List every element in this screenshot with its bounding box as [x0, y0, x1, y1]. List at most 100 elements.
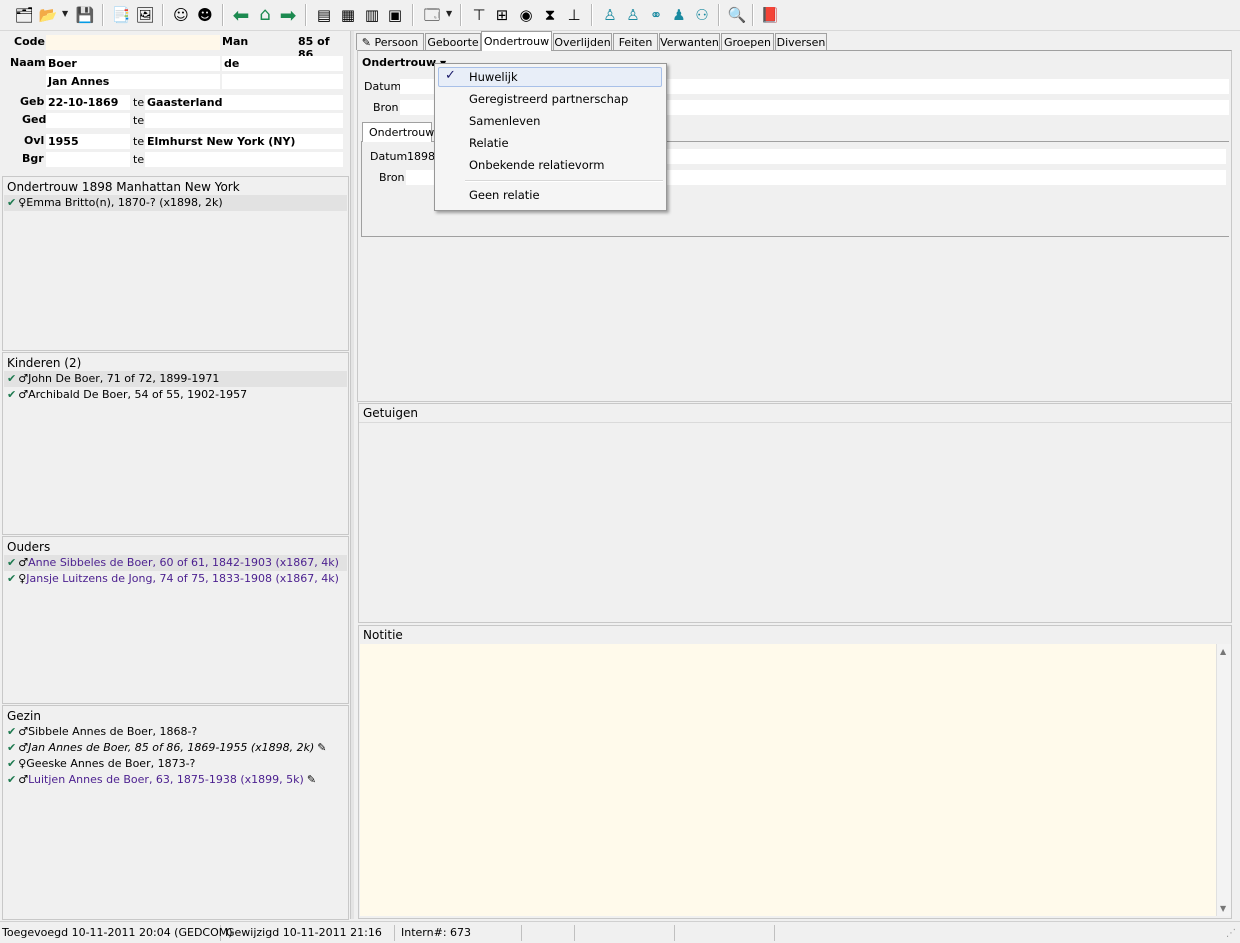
pencil-icon: ✎	[306, 773, 317, 786]
given-names-field[interactable]: Jan Annes	[46, 74, 220, 89]
check-icon: ✔	[7, 572, 17, 585]
detail-view-icon[interactable]: ▥	[361, 4, 383, 26]
open-folder-icon[interactable]: 📂	[37, 4, 59, 26]
tab-verwanten[interactable]: Verwanten	[659, 33, 720, 50]
list-item[interactable]: ✔ ♂Sibbele Annes de Boer, 1868-?	[4, 724, 347, 740]
person-icon[interactable]: ♙	[599, 4, 621, 26]
relations-title: Ondertrouw 1898 Manhattan New York	[7, 180, 240, 194]
check-icon: ✔	[7, 388, 17, 401]
ged-date-field[interactable]	[46, 113, 130, 128]
geb-date-field[interactable]: 22-10-1869	[46, 95, 130, 110]
notitie-title: Notitie	[363, 628, 403, 642]
edit-tree-icon[interactable]: ⊥	[563, 4, 585, 26]
ovl-place-field[interactable]: Elmhurst New York (NY)	[145, 134, 343, 149]
menu-item-onbekende-relatievorm[interactable]: Onbekende relatievorm	[469, 158, 605, 172]
male-icon: ♂	[18, 773, 29, 786]
copy-icon[interactable]: 📑	[110, 4, 132, 26]
female-person-icon[interactable]: ☻	[194, 4, 216, 26]
new-database-icon[interactable]: 🗂	[13, 4, 35, 26]
male-person-icon[interactable]: ☺	[170, 4, 192, 26]
list-item[interactable]: ✔ ♀Emma Britto(n), 1870-? (x1898, 2k)	[4, 195, 347, 211]
scroll-down-icon[interactable]: ▼	[1220, 904, 1226, 913]
tab-overlijden[interactable]: Overlijden	[553, 33, 612, 50]
save-icon[interactable]: 💾	[74, 4, 96, 26]
list-item[interactable]: ✔ ♂John De Boer, 71 of 72, 1899-1971	[4, 371, 347, 387]
vertical-splitter[interactable]	[350, 31, 354, 919]
ged-place-field[interactable]	[145, 113, 343, 128]
list-item[interactable]: ✔ ♀Geeske Annes de Boer, 1873-?	[4, 756, 347, 772]
notitie-panel: Notitie ▲ ▼	[358, 625, 1232, 919]
sub-datum-value[interactable]: 1898	[407, 150, 435, 163]
list-item-label: John De Boer, 71 of 72, 1899-1971	[28, 372, 220, 385]
person-alt-icon[interactable]: ♙	[622, 4, 644, 26]
sub-tab-ondertrouw[interactable]: Ondertrouw	[362, 122, 434, 142]
pedigree-icon[interactable]: ⊤	[468, 4, 490, 26]
notitie-textarea[interactable]	[360, 644, 1216, 916]
ovl-label: Ovl	[24, 134, 45, 147]
menu-separator	[465, 180, 663, 182]
ged-label: Ged	[22, 113, 47, 126]
scroll-up-icon[interactable]: ▲	[1220, 647, 1226, 656]
ovl-te-label: te	[133, 135, 145, 148]
hourglass-icon[interactable]: ⧗	[539, 4, 561, 26]
ovl-date-field[interactable]: 1955	[46, 134, 130, 149]
tab-geboorte[interactable]: Geboorte	[425, 33, 481, 50]
chart-view-icon[interactable]: ▣	[384, 4, 406, 26]
scrollbar[interactable]: ▲ ▼	[1216, 644, 1231, 916]
tab-label: Overlijden	[554, 36, 611, 49]
list-item[interactable]: ✔ ♂Luitjen Annes de Boer, 63, 1875-1938 (…	[4, 772, 347, 788]
descendants-icon[interactable]: ⊞	[491, 4, 513, 26]
status-panel	[676, 925, 775, 941]
couple-icon[interactable]: ⚭	[645, 4, 667, 26]
children-title: Kinderen (2)	[7, 356, 82, 370]
home-icon[interactable]: ⌂	[254, 4, 276, 26]
gender-value[interactable]: Man	[222, 35, 248, 48]
list-item-label: Luitjen Annes de Boer, 63, 1875-1938 (x1…	[28, 773, 304, 786]
tab-label: Groepen	[723, 36, 772, 49]
book-icon[interactable]: 📕	[759, 4, 781, 26]
forward-arrow-icon[interactable]: ➡	[277, 4, 299, 26]
portrait-icon[interactable]: ◉	[515, 4, 537, 26]
tab-label: Feiten	[618, 36, 653, 49]
search-icon[interactable]: 🔍	[726, 4, 748, 26]
code-label: Code	[14, 35, 45, 48]
list-item[interactable]: ✔ ♂Archibald De Boer, 54 of 55, 1902-1957	[4, 387, 347, 403]
tab-diversen[interactable]: Diversen	[775, 33, 827, 50]
surname-field[interactable]: Boer	[46, 56, 220, 71]
bgr-date-field[interactable]	[46, 152, 130, 167]
relation-type-menu: ✓ Huwelijk Geregistreerd partnerschap Sa…	[434, 63, 667, 211]
tab-feiten[interactable]: Feiten	[613, 33, 658, 50]
chevron-down-icon[interactable]: ▼	[62, 9, 68, 18]
tab-ondertrouw[interactable]: Ondertrouw	[481, 31, 552, 51]
menu-item-geen-relatie[interactable]: Geen relatie	[469, 188, 540, 202]
children-icon[interactable]: ⚇	[691, 4, 713, 26]
status-bar: Toegevoegd 10-11-2011 20:04 (GEDCOM) Gew…	[0, 921, 1240, 943]
menu-item-geregistreerd-partnerschap[interactable]: Geregistreerd partnerschap	[469, 92, 628, 106]
getuigen-panel: Getuigen	[358, 403, 1232, 623]
list-item[interactable]: ✔ ♂Jan Annes de Boer, 85 of 86, 1869-1955…	[4, 740, 347, 756]
back-arrow-icon[interactable]: ⬅	[230, 4, 252, 26]
extra-name-field[interactable]	[222, 74, 343, 89]
menu-item-samenleven[interactable]: Samenleven	[469, 114, 540, 128]
group-icon[interactable]: ♟	[668, 4, 690, 26]
code-field[interactable]	[46, 35, 220, 50]
parents-title: Ouders	[7, 540, 51, 554]
tab-persoon[interactable]: ✎ Persoon	[356, 33, 424, 50]
tree-view-icon[interactable]: 🖼	[134, 4, 156, 26]
status-panel	[524, 925, 575, 941]
tab-groepen[interactable]: Groepen	[721, 33, 774, 50]
bgr-place-field[interactable]	[145, 152, 343, 167]
menu-item-relatie[interactable]: Relatie	[469, 136, 509, 150]
list-item[interactable]: ✔ ♀Jansje Luitzens de Jong, 74 of 75, 183…	[4, 571, 347, 587]
group-view-icon[interactable]: ▦	[337, 4, 359, 26]
window-dropdown-icon[interactable]: 🗔	[421, 4, 443, 26]
list-item-label: Jansje Luitzens de Jong, 74 of 75, 1833-…	[26, 572, 339, 585]
list-item[interactable]: ✔ ♂Anne Sibbeles de Boer, 60 of 61, 1842-…	[4, 555, 347, 571]
list-view-icon[interactable]: ▤	[313, 4, 335, 26]
geb-place-field[interactable]: Gaasterland	[145, 95, 343, 110]
resize-grip-icon[interactable]: ⋰	[1226, 928, 1236, 939]
check-icon: ✔	[7, 757, 17, 770]
chevron-down-icon[interactable]: ▼	[446, 9, 452, 18]
prefix-field[interactable]: de	[222, 56, 343, 71]
menu-item-huwelijk[interactable]: Huwelijk	[469, 70, 518, 84]
